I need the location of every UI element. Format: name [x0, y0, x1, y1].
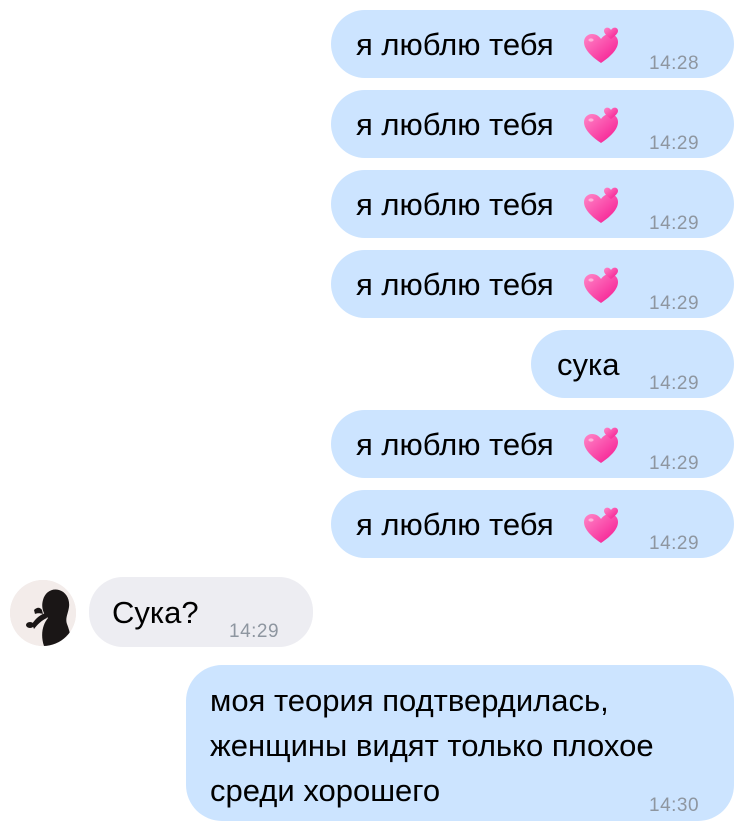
message-timestamp: 14:29 — [229, 621, 280, 642]
message-text-line: моя теория подтвердилась, — [210, 683, 609, 718]
message-bubble-incoming[interactable]: Сука? 14:29 — [89, 577, 313, 647]
two-hearts-icon — [582, 266, 620, 306]
message-text: сука — [557, 347, 620, 382]
message-text: Сука? — [112, 595, 199, 630]
two-hearts-icon — [582, 186, 620, 226]
message-bubble-outgoing[interactable]: моя теория подтвердилась, женщины видят … — [186, 665, 734, 821]
message-text: я люблю тебя — [356, 507, 554, 542]
message-text: я люблю тебя — [356, 427, 554, 462]
message-text: я люблю тебя — [356, 187, 554, 222]
contact-avatar[interactable] — [10, 580, 76, 646]
message-text-line: женщины видят только плохое — [210, 728, 654, 763]
message-timestamp: 14:29 — [649, 373, 700, 394]
chat-view: я люблю тебя 14:28 я люблю тебя 14:29 я … — [0, 0, 750, 832]
message-timestamp: 14:29 — [649, 213, 700, 234]
message-timestamp: 14:30 — [649, 795, 700, 816]
message-bubble-outgoing[interactable]: я люблю тебя 14:29 — [331, 170, 734, 238]
message-text: я люблю тебя — [356, 267, 554, 302]
message-timestamp: 14:29 — [649, 293, 700, 314]
message-bubble-outgoing[interactable]: я люблю тебя 14:28 — [331, 10, 734, 78]
message-bubble-outgoing[interactable]: я люблю тебя 14:29 — [331, 490, 734, 558]
message-timestamp: 14:29 — [649, 133, 700, 154]
message-text: я люблю тебя — [356, 27, 554, 62]
message-bubble-outgoing[interactable]: сука 14:29 — [531, 330, 734, 398]
message-bubble-outgoing[interactable]: я люблю тебя 14:29 — [331, 90, 734, 158]
two-hearts-icon — [582, 426, 620, 466]
two-hearts-icon — [582, 506, 620, 546]
message-timestamp: 14:28 — [649, 53, 700, 74]
message-timestamp: 14:29 — [649, 453, 700, 474]
two-hearts-icon — [582, 26, 620, 66]
message-bubble-outgoing[interactable]: я люблю тебя 14:29 — [331, 250, 734, 318]
avatar-image — [10, 580, 76, 646]
message-text-line: среди хорошего — [210, 773, 441, 808]
message-bubble-outgoing[interactable]: я люблю тебя 14:29 — [331, 410, 734, 478]
two-hearts-icon — [582, 106, 620, 146]
message-text: я люблю тебя — [356, 107, 554, 142]
message-timestamp: 14:29 — [649, 533, 700, 554]
